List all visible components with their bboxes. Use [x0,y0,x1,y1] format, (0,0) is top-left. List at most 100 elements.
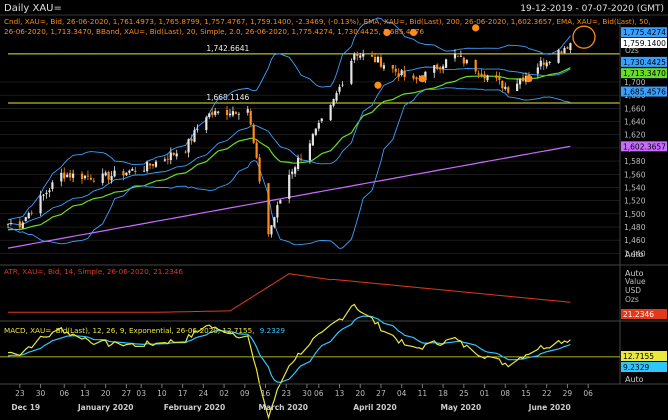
x-tick-label: 06 [314,389,324,398]
candle-up [45,192,48,195]
candle-down [412,75,415,79]
candle-down [394,68,397,72]
candle-up [317,122,320,129]
candle-down [560,51,563,53]
macd-value-text: 12.7155 [623,352,654,361]
candle-up [270,225,273,235]
candle-down [122,171,125,176]
candle-up [453,53,457,59]
candle-up [382,65,386,69]
candle-up [332,99,335,106]
candle-up [459,55,462,57]
candle-down [462,57,465,64]
candle-up [516,83,519,92]
candle-up [205,117,208,130]
legend-macd: MACD, XAU=, Bid(Last), 12, 26, 9, Expone… [4,326,285,335]
candle-down [107,171,110,180]
month-label: Dec 19 [11,403,40,412]
candle-down [370,55,374,57]
candle-up [9,223,13,225]
candle-down [456,55,460,57]
candle-up [48,190,51,193]
candle-down [184,151,187,153]
candle-down [234,112,238,115]
candle-up [125,172,128,176]
x-tick-label: 04 [397,389,407,398]
candle-up [83,175,87,179]
candle-down [397,73,400,77]
x-tick-label: 13 [80,389,90,398]
candle-down [211,112,214,115]
candle-up [320,118,323,122]
chart-canvas: Daily XAU= 19-12-2019 - 07-07-2020 (GMT)… [0,0,668,420]
candle-down [86,175,90,177]
candle-up [308,143,312,161]
candle-down [18,221,21,228]
candle-down [495,75,498,79]
candle-down [507,87,510,93]
candle-down [498,77,501,80]
x-tick-label: 22 [542,389,552,398]
candle-up [237,113,240,115]
month-label: February 2020 [164,403,225,412]
last-value-text: 1,602.3657 [623,142,666,151]
candle-up [104,172,107,176]
atr-auto-label: Auto [625,269,644,278]
candle-up [350,60,353,84]
candle-down [166,158,169,160]
candle-down [403,70,406,77]
candle-up [131,168,134,171]
candle-up [376,56,380,63]
last-value-text: 1,759.1400 [623,39,666,48]
candle-up [231,111,235,116]
candle-up [24,217,27,222]
candle-up [341,84,344,86]
candle-up [6,223,10,225]
candle-up [42,194,45,196]
candle-up [208,113,211,118]
candle-down [379,57,383,67]
last-value-text: 1,713.3470 [623,69,666,78]
y-tick-label: 1,660 [624,104,646,113]
candle-up [314,128,317,135]
x-tick-label: 20 [355,389,365,398]
candle-up [276,205,279,218]
candle-down [252,124,255,143]
candle-up [548,61,551,63]
candle-up [335,93,338,101]
atr-value-text: 21.2346 [623,310,654,319]
macd-auto-label: Auto [625,375,644,384]
candle-up [143,170,146,172]
candle-up [353,53,356,60]
y-tick-label: 1,520 [624,197,646,206]
x-tick-label: 30 [36,389,46,398]
candle-up [187,139,190,153]
candle-down [501,80,504,89]
candle-up [60,172,63,182]
candle-up [444,59,448,68]
candle-up [72,173,75,178]
candle-up [163,159,166,161]
x-tick-label: 23 [281,389,291,398]
candle-up [217,111,220,113]
x-tick-label: 23 [15,389,25,398]
candle-up [539,60,542,67]
candle-down [415,77,418,80]
candle-up [311,134,314,146]
signal-value-text: 9.2329 [623,363,649,372]
candle-up [433,65,436,73]
candle-down [521,77,525,82]
candle-down [439,67,442,70]
candle-up [110,175,113,181]
x-tick-label: 08 [501,389,511,398]
candle-up [518,79,522,85]
candle-up [154,161,158,167]
candle-up [39,195,42,214]
x-tick-label: 11 [418,389,428,398]
x-tick-label: 16 [261,389,271,398]
candle-up [193,130,196,142]
candle-down [542,62,545,65]
candle-up [228,113,232,116]
candle-down [80,173,84,180]
last-value-text: 1,730.4425 [623,58,666,67]
